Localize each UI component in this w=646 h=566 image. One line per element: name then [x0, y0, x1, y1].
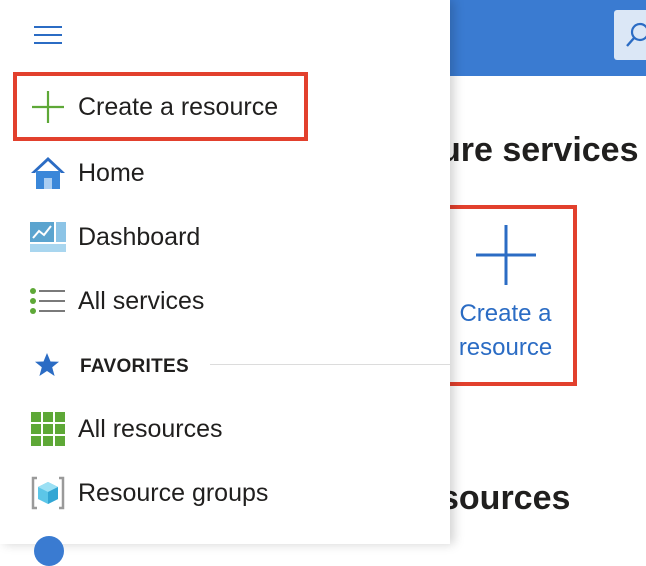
resources-heading: sources	[440, 479, 571, 517]
menu-item-label: Home	[78, 158, 145, 187]
menu-item-label: All resources	[78, 414, 223, 443]
menu-item-create-resource[interactable]: Create a resource	[0, 77, 450, 137]
search-button[interactable]	[614, 10, 646, 60]
menu-item-label: Dashboard	[78, 222, 201, 251]
hamburger-menu-icon[interactable]	[34, 24, 62, 46]
create-resource-tile-label: Create a resource	[458, 300, 553, 361]
portal-menu-flyout: Create a resource Home Dashboard All ser…	[0, 0, 450, 566]
grid-icon	[28, 409, 68, 449]
menu-item-resource-groups[interactable]: Resource groups	[0, 463, 450, 523]
menu-item-label: Resource groups	[78, 478, 269, 507]
menu-item-label: Create a resource	[78, 92, 279, 121]
search-icon	[626, 22, 646, 47]
resource-group-icon	[28, 473, 68, 513]
next-menu-item-icon	[34, 536, 64, 566]
home-icon	[28, 153, 68, 193]
menu-item-dashboard[interactable]: Dashboard	[0, 207, 450, 267]
create-resource-tile[interactable]: Create a resource	[434, 205, 577, 386]
menu-item-label: All services	[78, 286, 205, 315]
favorites-label: FAVORITES	[80, 356, 189, 377]
favorites-header: FAVORITES	[0, 346, 210, 384]
dashboard-icon	[28, 217, 68, 257]
star-icon	[35, 353, 59, 376]
menu-item-all-resources[interactable]: All resources	[0, 399, 450, 459]
menu-item-home[interactable]: Home	[0, 143, 450, 203]
plus-icon	[28, 87, 68, 127]
list-icon	[28, 281, 68, 321]
azure-services-heading: ure services	[440, 131, 639, 169]
menu-item-all-services[interactable]: All services	[0, 271, 450, 331]
plus-icon	[475, 225, 536, 285]
